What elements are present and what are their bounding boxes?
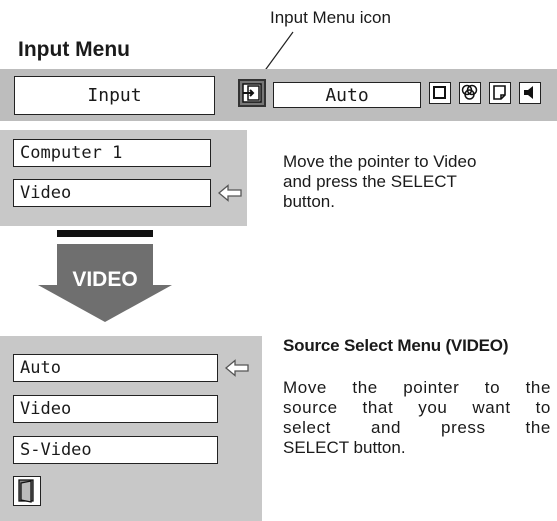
pointer-arrow-icon [225, 359, 249, 377]
page-icon[interactable] [489, 82, 511, 104]
input-icon[interactable] [238, 79, 266, 107]
source-select-heading: Source Select Menu (VIDEO) [283, 336, 509, 355]
instruction-text-1: Move the pointer to Video and press the … [283, 152, 476, 212]
square-icon[interactable] [429, 82, 451, 104]
input-menu-icon-callout: Input Menu icon [270, 8, 391, 27]
speaker-icon[interactable] [519, 82, 541, 104]
source-item-s-video[interactable]: S-Video [13, 436, 218, 464]
instruction-text-2: Move the pointer to the source that you … [283, 378, 551, 458]
instruction-2-line-4: SELECT button. [283, 438, 406, 457]
instruction-2-line-1: Move the pointer to the [283, 378, 551, 397]
instruction-1-line-3: button. [283, 192, 335, 211]
instruction-2-line-2: source that you want to [283, 398, 551, 417]
page-title: Input Menu [18, 38, 130, 61]
input-mode-value[interactable]: Auto [273, 82, 421, 108]
instruction-1-line-2: and press the SELECT [283, 172, 457, 191]
menu-item-video[interactable]: Video [13, 179, 211, 207]
color-wheel-icon[interactable] [459, 82, 481, 104]
instruction-2-line-3: select and press the [283, 418, 551, 437]
source-item-auto[interactable]: Auto [13, 354, 218, 382]
source-item-video[interactable]: Video [13, 395, 218, 423]
exit-button[interactable] [13, 476, 41, 506]
transition-label: VIDEO [72, 268, 138, 291]
door-exit-icon [18, 479, 34, 503]
menu-item-computer-1[interactable]: Computer 1 [13, 139, 211, 167]
instruction-1-line-1: Move the pointer to Video [283, 152, 477, 171]
pointer-arrow-icon [218, 184, 242, 202]
menu-title-box: Input [14, 76, 215, 115]
